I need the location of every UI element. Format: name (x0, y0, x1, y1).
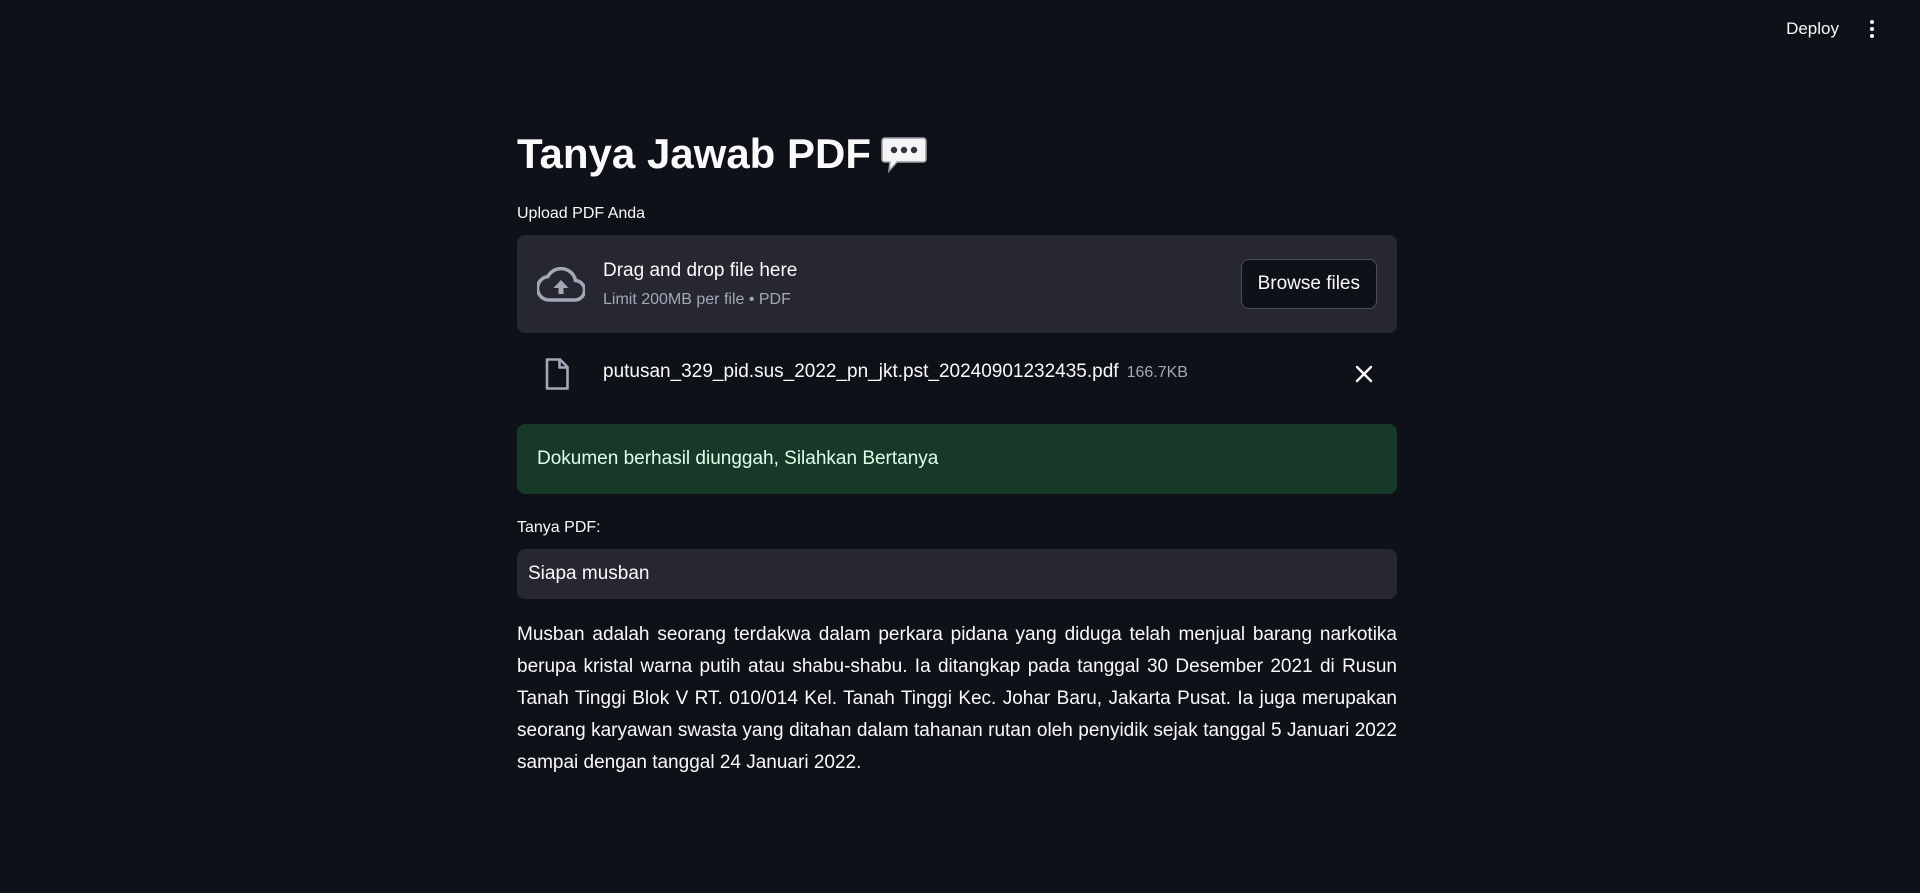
question-label: Tanya PDF: (517, 519, 601, 536)
deploy-button[interactable]: Deploy (1786, 19, 1839, 39)
dropzone-limit: Limit 200MB per file • PDF (603, 291, 791, 308)
upload-label: Upload PDF Anda (517, 205, 646, 222)
file-name-text: putusan_329_pid.sus_2022_pn_jkt.pst_2024… (603, 361, 1119, 382)
page-title: Tanya Jawab PDF (517, 126, 927, 182)
success-alert: Dokumen berhasil diunggah, Silahkan Bert… (517, 424, 1397, 494)
dropzone-instructions: Drag and drop file here (603, 260, 798, 281)
answer-text: Musban adalah seorang terdakwa dalam per… (517, 624, 1397, 773)
more-vertical-icon[interactable] (1868, 20, 1876, 42)
cloud-upload-icon (537, 266, 585, 302)
page-title-text: Tanya Jawab PDF (517, 130, 872, 177)
file-dropzone[interactable]: Drag and drop file here Limit 200MB per … (517, 235, 1397, 333)
file-size: 166.7KB (1126, 364, 1188, 381)
browse-files-button[interactable]: Browse files (1240, 259, 1377, 309)
close-icon[interactable] (1353, 363, 1375, 385)
top-toolbar: Deploy (0, 0, 1920, 60)
success-message: Dokumen berhasil diunggah, Silahkan Bert… (537, 448, 939, 469)
uploaded-file-name: putusan_329_pid.sus_2022_pn_jkt.pst_2024… (603, 361, 1188, 383)
uploaded-file-item: putusan_329_pid.sus_2022_pn_jkt.pst_2024… (517, 352, 1397, 396)
speech-balloon-icon (881, 137, 927, 174)
file-icon (545, 358, 569, 390)
question-input[interactable] (517, 549, 1397, 599)
